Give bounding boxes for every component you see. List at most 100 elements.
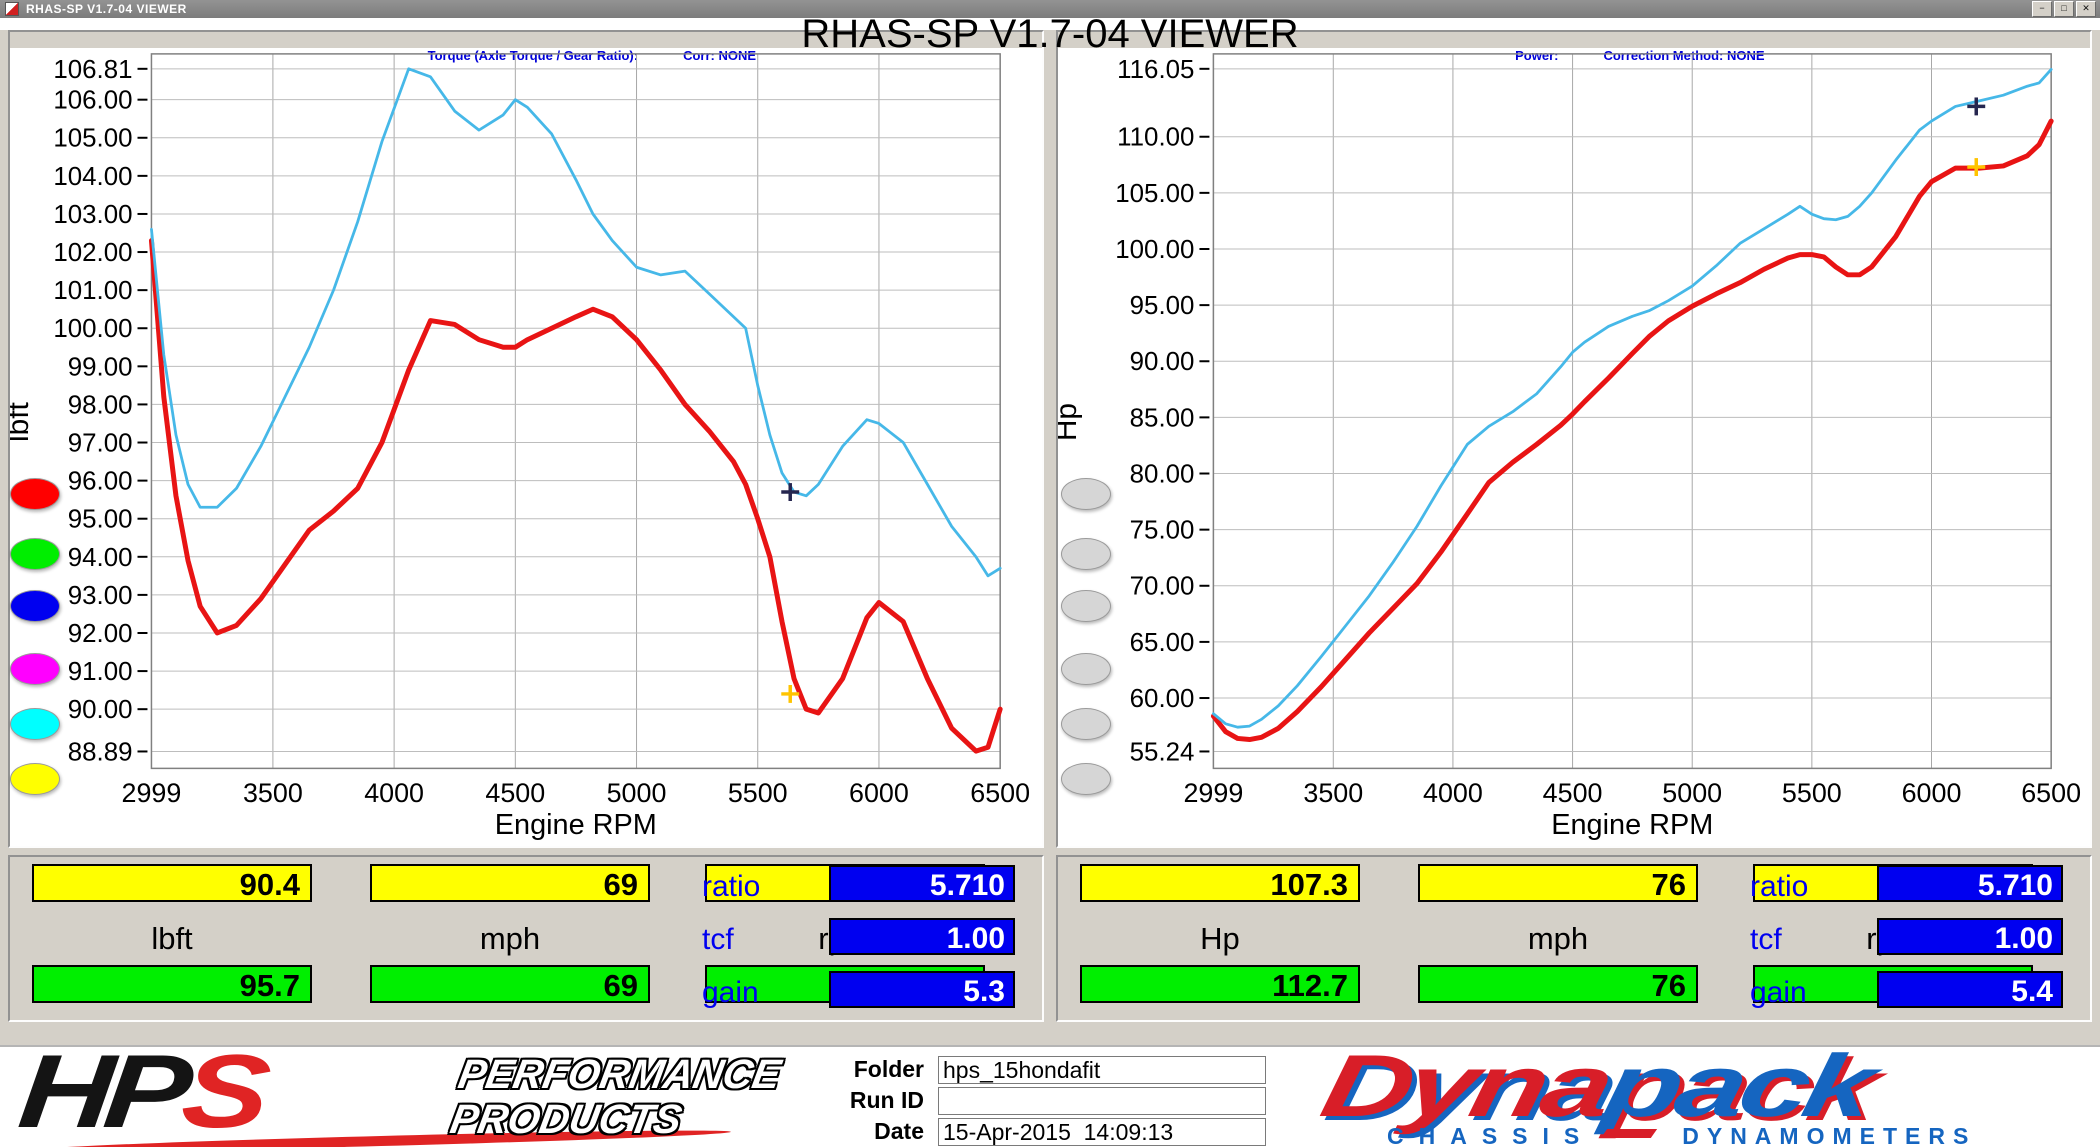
y-tick-label: 60.00 <box>1130 685 1195 713</box>
tcf-label: tcf <box>1750 923 1782 957</box>
y-tick-label: 95.00 <box>1130 292 1195 320</box>
y-tick-label: 88.89 <box>68 738 133 766</box>
run-color-button-inactive-1[interactable] <box>1061 478 1111 510</box>
folder-label: Folder <box>820 1056 924 1083</box>
run-color-button-red[interactable] <box>10 478 60 510</box>
window-controls: − □ ✕ <box>2032 1 2096 17</box>
folder-row: Folder <box>820 1056 924 1083</box>
y-tick-label: 106.00 <box>53 87 132 115</box>
curve-run-green-power <box>1213 69 2051 727</box>
y-tick-label: 95.00 <box>68 506 133 534</box>
dynapack-dynamometers-text: DYNAMOMETERS <box>1682 1123 1976 1147</box>
run-color-button-inactive-4[interactable] <box>1061 653 1111 685</box>
tcf-value: 1.00 <box>829 918 1015 955</box>
curve-run-yellow-torque <box>151 241 1000 751</box>
hps-tagline: PERFORMANCE PRODUCTS <box>447 1052 784 1142</box>
maximize-button[interactable]: □ <box>2054 1 2074 17</box>
power-run1-value: 107.3 <box>1080 864 1360 902</box>
y-tick-label: 94.00 <box>68 544 133 572</box>
power-chart[interactable]: 29993500400045005000550060006500116.0511… <box>1058 32 2090 846</box>
y-tick-label: 92.00 <box>68 620 133 648</box>
x-axis-label: Engine RPM <box>495 809 657 841</box>
power-readout-panel: 107.3 76 6187 Hp mph rpm 112.7 76 6187 r… <box>1056 855 2092 1022</box>
x-tick-label: 5000 <box>1662 778 1722 808</box>
footer: HPS PERFORMANCE PRODUCTS Folder Run ID D… <box>0 1045 2100 1147</box>
x-tick-label: 5500 <box>728 778 788 808</box>
y-tick-label: 105.00 <box>1115 180 1194 208</box>
run-color-button-inactive-2[interactable] <box>1061 538 1111 570</box>
y-tick-label: 97.00 <box>68 429 133 457</box>
curve-run-green-torque <box>151 69 1000 576</box>
hps-text-hp: HP <box>14 1034 189 1147</box>
x-tick-label: 5500 <box>1782 778 1842 808</box>
runid-input[interactable] <box>938 1087 1266 1115</box>
power-run1-mph: 76 <box>1418 864 1698 902</box>
runid-row: Run ID <box>820 1087 924 1114</box>
y-tick-label: 102.00 <box>53 239 132 267</box>
y-tick-label: 104.00 <box>53 163 132 191</box>
run-info-form: Folder Run ID Date <box>820 1050 1280 1146</box>
run-color-button-inactive-6[interactable] <box>1061 763 1111 795</box>
torque-run2-value: 95.7 <box>32 965 312 1003</box>
y-tick-label: 75.00 <box>1130 517 1195 545</box>
y-tick-label: 96.00 <box>68 468 133 496</box>
close-button[interactable]: ✕ <box>2076 1 2096 17</box>
ratio-value: 5.710 <box>829 865 1015 902</box>
power-run2-mph: 76 <box>1418 965 1698 1003</box>
ratio-label: ratio <box>1750 870 1808 904</box>
date-label: Date <box>820 1118 924 1145</box>
torque-run1-mph: 69 <box>370 864 650 902</box>
power-chart-panel: Power:Correction Method: NONE 2999350040… <box>1056 30 2092 848</box>
top-strip <box>0 18 2100 30</box>
x-tick-label: 4000 <box>1423 778 1483 808</box>
run-color-button-inactive-3[interactable] <box>1061 590 1111 622</box>
y-tick-label: 93.00 <box>68 582 133 610</box>
run-color-button-green[interactable] <box>10 538 60 570</box>
x-tick-label: 6000 <box>1902 778 1962 808</box>
y-tick-label: 90.00 <box>1130 348 1195 376</box>
gain-value: 5.3 <box>829 971 1015 1008</box>
run-color-button-yellow[interactable] <box>10 763 60 795</box>
power-unit-label: Hp <box>1080 921 1360 957</box>
ratio-label: ratio <box>702 870 760 904</box>
date-input[interactable] <box>938 1118 1266 1146</box>
window-title: RHAS-SP V1.7-04 VIEWER <box>26 2 187 16</box>
x-tick-label: 4500 <box>485 778 545 808</box>
run-color-button-cyan[interactable] <box>10 708 60 740</box>
y-tick-label: 99.00 <box>68 353 133 381</box>
y-tick-label: 110.00 <box>1117 124 1194 152</box>
gain-label: gain <box>1750 976 1807 1010</box>
gain-value: 5.4 <box>1877 971 2063 1008</box>
mph-unit-label: mph <box>1418 921 1698 957</box>
dynapack-wordmark: Dynapack <box>1315 1043 1878 1129</box>
y-tick-label: 91.00 <box>68 658 133 686</box>
y-tick-label: 70.00 <box>1130 573 1195 601</box>
y-tick-label: 98.00 <box>68 391 133 419</box>
app-window: RHAS-SP V1.7-04 VIEWER − □ ✕ RHAS-SP V1.… <box>0 0 2100 1147</box>
run-color-button-blue[interactable] <box>10 590 60 622</box>
plot-border <box>1213 54 2051 768</box>
power-run2-value: 112.7 <box>1080 965 1360 1003</box>
run-color-button-inactive-5[interactable] <box>1061 708 1111 740</box>
torque-chart[interactable]: 29993500400045005000550060006500106.8110… <box>10 32 1042 846</box>
tcf-label: tcf <box>702 923 734 957</box>
y-axis-label: lbft <box>10 401 35 442</box>
hps-logo: HPS PERFORMANCE PRODUCTS <box>25 1050 815 1146</box>
title-bar: RHAS-SP V1.7-04 VIEWER − □ ✕ <box>0 0 2100 18</box>
runid-label: Run ID <box>820 1087 924 1114</box>
y-tick-label: 103.00 <box>53 201 132 229</box>
torque-readout-panel: 90.4 69 5634 lbft mph rpm 95.7 69 5634 r… <box>8 855 1044 1022</box>
y-tick-label: 116.05 <box>1117 56 1194 84</box>
torque-chart-panel: Torque (Axle Torque / Gear Ratio):Corr: … <box>8 30 1044 848</box>
y-tick-label: 55.24 <box>1130 738 1195 766</box>
hps-performance-text: PERFORMANCE <box>455 1052 784 1097</box>
mph-unit-label: mph <box>370 921 650 957</box>
run-color-button-magenta[interactable] <box>10 653 60 685</box>
torque-run1-value: 90.4 <box>32 864 312 902</box>
hps-products-text: PRODUCTS <box>447 1097 776 1142</box>
hps-text-s: S <box>177 1034 267 1147</box>
x-tick-label: 2999 <box>1183 778 1243 808</box>
y-tick-label: 85.00 <box>1130 404 1195 432</box>
minimize-button[interactable]: − <box>2032 1 2052 17</box>
folder-input[interactable] <box>938 1056 1266 1084</box>
